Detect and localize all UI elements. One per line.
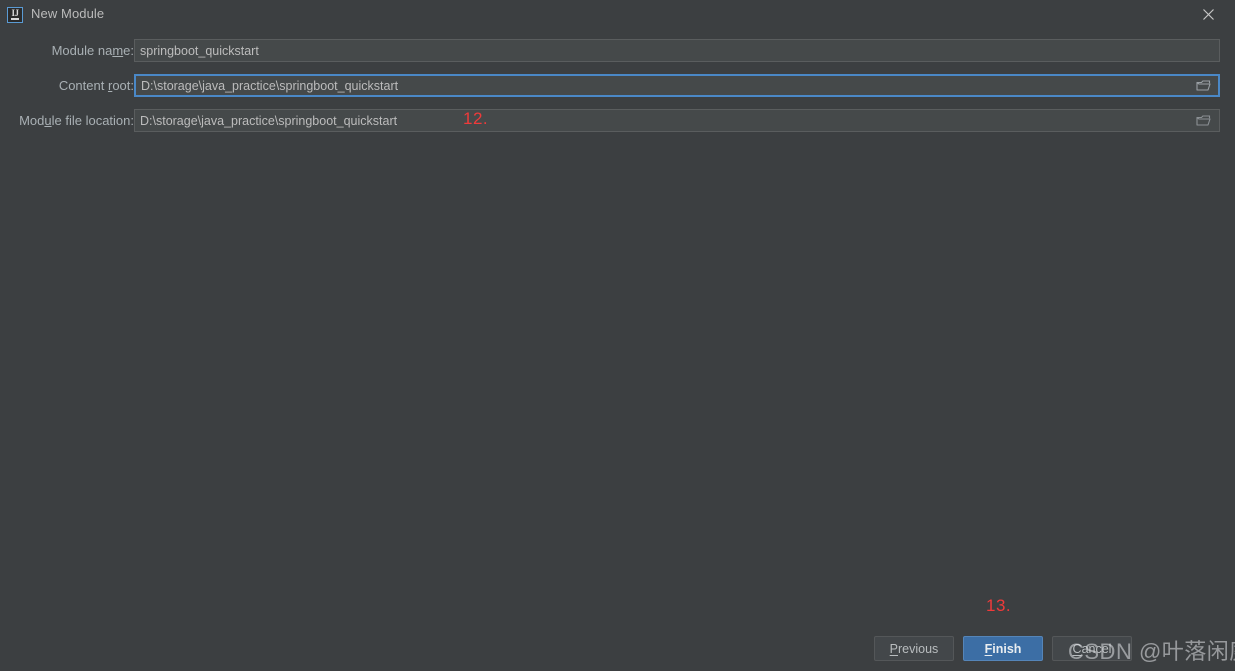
- label-part-pre: Content: [58, 78, 108, 93]
- label-part-post: e:: [123, 43, 134, 58]
- content-root-label: Content root:: [59, 74, 134, 97]
- label-part-pre: Module na: [51, 43, 113, 58]
- button-mnemonic: F: [984, 641, 993, 656]
- module-name-label: Module name:: [52, 39, 134, 62]
- button-mnemonic: P: [889, 641, 899, 656]
- title-bar: IJ New Module: [0, 0, 1235, 29]
- module-name-input[interactable]: springboot_quickstart: [134, 39, 1220, 62]
- content-root-browse-button[interactable]: [1188, 74, 1220, 97]
- close-icon[interactable]: [1189, 0, 1227, 29]
- label-part-post: oot:: [112, 78, 134, 93]
- button-label: inish: [992, 641, 1022, 656]
- module-file-location-label: Module file location:: [19, 109, 134, 132]
- folder-icon: [1195, 80, 1211, 91]
- previous-button[interactable]: Previous: [874, 636, 954, 661]
- form-row-module-name: Module name: springboot_quickstart: [0, 39, 1235, 62]
- form-row-content-root: Content root: D:\storage\java_practice\s…: [0, 74, 1235, 97]
- label-part-post: le file location:: [51, 113, 134, 128]
- new-module-dialog: IJ New Module Module name: springboot_qu…: [0, 0, 1235, 671]
- button-mnemonic: C: [1072, 641, 1082, 656]
- module-file-location-browse-button[interactable]: [1188, 109, 1220, 132]
- window-title: New Module: [31, 6, 105, 21]
- form-row-module-file-location: Module file location: D:\storage\java_pr…: [0, 109, 1235, 132]
- content-root-input[interactable]: D:\storage\java_practice\springboot_quic…: [134, 74, 1220, 97]
- cancel-button[interactable]: Cancel: [1052, 636, 1132, 661]
- label-mnemonic: m: [112, 43, 124, 58]
- app-icon-text: IJ: [11, 8, 19, 20]
- label-mnemonic: u: [44, 113, 52, 128]
- folder-icon: [1196, 115, 1211, 126]
- button-label: ancel: [1081, 641, 1112, 656]
- finish-button[interactable]: Finish: [963, 636, 1043, 661]
- intellij-logo-icon: IJ: [7, 7, 23, 23]
- annotation-step-13: 13.: [986, 596, 1012, 615]
- dialog-button-bar: Previous Finish Cancel: [0, 636, 1235, 662]
- annotation-step-12: 12.: [463, 109, 489, 128]
- button-label: revious: [898, 641, 939, 656]
- label-part-pre: Mod: [19, 113, 45, 128]
- module-file-location-input[interactable]: D:\storage\java_practice\springboot_quic…: [134, 109, 1220, 132]
